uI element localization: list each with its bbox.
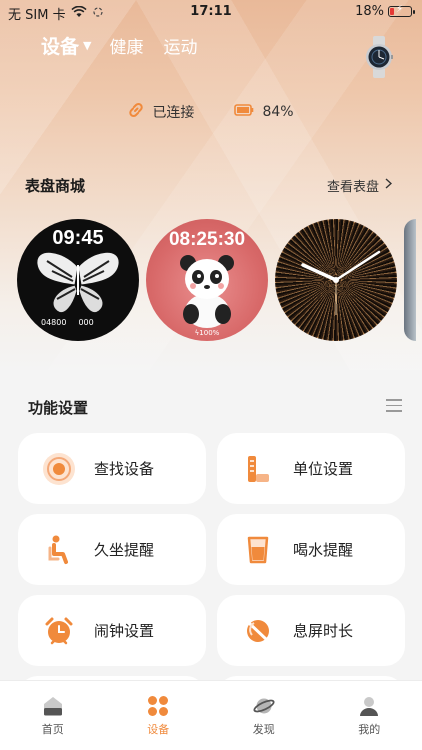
device-icon <box>148 696 169 716</box>
tab-device-label: 设备 <box>147 723 170 736</box>
tab-profile-label: 我的 <box>358 723 381 736</box>
link-icon <box>128 102 144 122</box>
bottom-tab-bar: 首页 设备 发现 我的 <box>0 680 422 750</box>
drink-water-button[interactable]: 喝水提醒 <box>217 514 405 585</box>
sedentary-reminder-button[interactable]: 久坐提醒 <box>18 514 206 585</box>
screen-off-label: 息屏时长 <box>293 622 354 640</box>
watch-face-butterfly[interactable]: 09:45 04800 000 <box>17 219 139 341</box>
alarm-clock-icon <box>42 614 76 648</box>
drink-water-label: 喝水提醒 <box>293 541 354 559</box>
tab-home-label: 首页 <box>41 723 64 736</box>
chevron-down-icon[interactable]: ▼ <box>83 39 91 52</box>
find-device-button[interactable]: 查找设备 <box>18 433 206 504</box>
device-battery-text: 84% <box>262 104 294 120</box>
connection-status-row: 已连接 84% <box>0 102 422 122</box>
clock-hands-icon <box>276 220 396 340</box>
screen-off-icon <box>241 614 275 648</box>
heart-rate-value: 000 <box>78 318 94 327</box>
discover-icon <box>253 698 275 714</box>
status-bar: 无 SIM 卡 17:11 18% ⚡ <box>0 0 422 24</box>
unit-settings-icon <box>241 452 275 486</box>
battery-percent: 18% <box>355 4 384 19</box>
steps-value: 04800 <box>41 318 67 327</box>
battery-icon: ⚡ <box>388 4 415 17</box>
alarm-settings-label: 闹钟设置 <box>94 622 155 640</box>
profile-icon <box>360 697 379 716</box>
find-device-label: 查找设备 <box>94 460 155 478</box>
tab-sport[interactable]: 运动 <box>163 33 197 58</box>
device-battery-icon <box>234 104 254 120</box>
tab-device-bottom[interactable]: 设备 <box>106 681 212 750</box>
panda-icon <box>180 255 234 328</box>
tab-discover-label: 发现 <box>252 723 275 736</box>
watch-face-sunburst[interactable] <box>275 219 397 341</box>
tab-home[interactable]: 首页 <box>0 681 106 750</box>
chevron-right-icon <box>385 178 393 193</box>
drink-water-icon <box>241 533 275 567</box>
connection-status-text: 已连接 <box>152 105 195 121</box>
watch-face-panda[interactable]: 08:25:30 ϟ100% <box>146 219 268 341</box>
screen-off-duration-button[interactable]: 息屏时长 <box>217 595 405 666</box>
dial-carousel[interactable]: 09:45 04800 000 08:25:30 ϟ100% <box>17 219 416 341</box>
tab-profile[interactable]: 我的 <box>317 681 422 750</box>
view-dials-link[interactable]: 查看表盘 <box>326 176 393 195</box>
function-settings-title: 功能设置 <box>28 399 89 417</box>
tab-discover[interactable]: 发现 <box>211 681 317 750</box>
alarm-settings-button[interactable]: 闹钟设置 <box>18 595 206 666</box>
sedentary-reminder-label: 久坐提醒 <box>94 541 155 559</box>
panda-battery-value: 100% <box>199 329 220 337</box>
home-icon <box>43 697 62 716</box>
unit-settings-button[interactable]: 单位设置 <box>217 433 405 504</box>
tab-health[interactable]: 健康 <box>109 33 143 58</box>
view-dials-label: 查看表盘 <box>326 180 379 195</box>
top-nav: 设备 ▼ 健康 运动 <box>41 32 217 59</box>
watch-face-partial[interactable] <box>404 219 416 341</box>
sedentary-reminder-icon <box>42 533 76 567</box>
menu-edit-icon[interactable] <box>386 399 402 413</box>
function-grid: 查找设备 单位设置 久坐提醒 喝水提醒 闹钟设置 息屏时长 <box>18 433 405 696</box>
unit-settings-label: 单位设置 <box>293 460 354 478</box>
dial-store-title: 表盘商城 <box>25 177 86 195</box>
watch-device-icon[interactable] <box>364 36 394 78</box>
tab-device[interactable]: 设备 <box>41 32 79 59</box>
find-device-icon <box>42 452 76 486</box>
